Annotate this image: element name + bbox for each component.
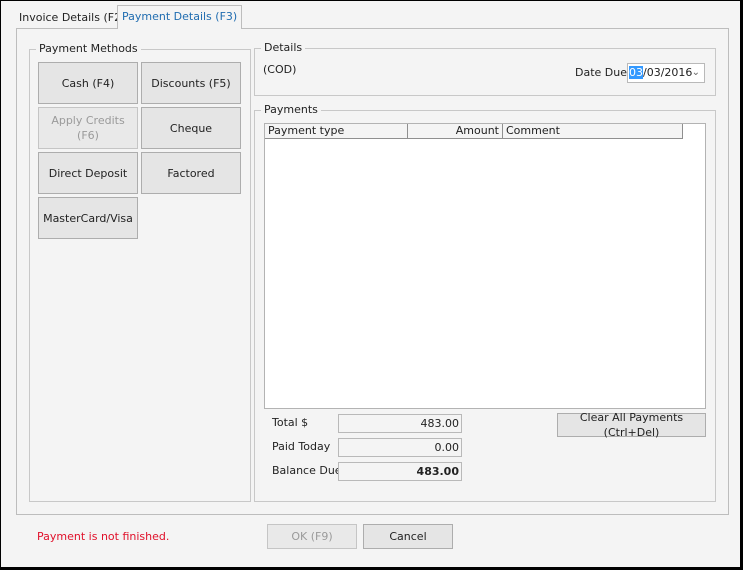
date-due-rest: /03/2016 [643, 66, 693, 79]
payment-dialog: Invoice Details (F2) Payment Details (F3… [0, 0, 743, 570]
apply-credits-button-label: Apply Credits (F6) [51, 114, 125, 142]
balance-due-value: 483.00 [338, 462, 462, 481]
payment-methods-title: Payment Methods [36, 42, 141, 56]
total-value: 483.00 [338, 414, 462, 433]
direct-deposit-button-label: Direct Deposit [48, 166, 128, 180]
date-due-label: Date Due [575, 66, 627, 79]
cheque-button[interactable]: Cheque [141, 107, 241, 149]
payment-terms: (COD) [263, 63, 297, 76]
mastercard-visa-button-label: MasterCard/Visa [43, 211, 133, 225]
mastercard-visa-button[interactable]: MasterCard/Visa [38, 197, 138, 239]
factored-button-label: Factored [167, 166, 215, 180]
cancel-button[interactable]: Cancel [363, 524, 453, 549]
column-payment-type[interactable]: Payment type [265, 124, 408, 139]
apply-credits-button[interactable]: Apply Credits (F6) [38, 107, 138, 149]
ok-button-label: OK (F9) [291, 530, 333, 543]
clear-all-payments-label: Clear All Payments (Ctrl+Del) [579, 411, 684, 439]
cash-button-label: Cash (F4) [61, 76, 115, 90]
ok-button[interactable]: OK (F9) [267, 524, 357, 549]
tab-payment-details[interactable]: Payment Details (F3) [117, 5, 243, 29]
status-message: Payment is not finished. [37, 530, 170, 543]
discounts-button[interactable]: Discounts (F5) [141, 62, 241, 104]
balance-due-label: Balance Due [272, 464, 342, 477]
details-title: Details [261, 41, 306, 55]
discounts-button-label: Discounts (F5) [151, 76, 231, 90]
column-comment[interactable]: Comment [503, 124, 683, 139]
paid-today-label: Paid Today [272, 440, 331, 453]
clear-all-payments-button[interactable]: Clear All Payments (Ctrl+Del) [557, 411, 706, 439]
cheque-button-label: Cheque [169, 121, 213, 135]
date-due-picker[interactable]: 03/03/2016 ⌄ [627, 63, 705, 83]
date-due-day-segment[interactable]: 03 [629, 66, 643, 79]
payments-grid[interactable]: Payment type Amount Comment [264, 123, 706, 409]
factored-button[interactable]: Factored [141, 152, 241, 194]
direct-deposit-button[interactable]: Direct Deposit [38, 152, 138, 194]
column-amount[interactable]: Amount [408, 124, 503, 139]
payments-title: Payments [261, 103, 321, 117]
chevron-down-icon[interactable]: ⌄ [692, 64, 700, 82]
total-label: Total $ [272, 416, 309, 429]
payments-grid-header: Payment type Amount Comment [265, 124, 683, 139]
tab-invoice-details[interactable]: Invoice Details (F2) [15, 9, 129, 28]
cash-button[interactable]: Cash (F4) [38, 62, 138, 104]
cancel-button-label: Cancel [389, 530, 427, 543]
paid-today-value: 0.00 [338, 438, 462, 457]
